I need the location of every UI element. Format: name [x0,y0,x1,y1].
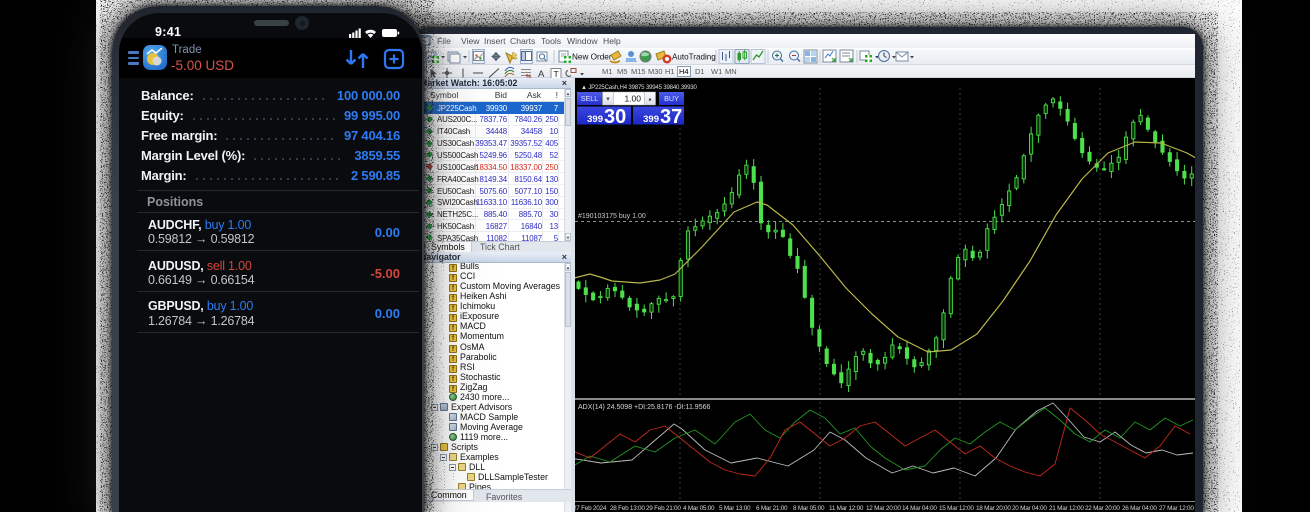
svg-text:▲ JP225Cash,H4 39875 39945 3: ▲ JP225Cash,H4 39875 39945 39840 39930 [581,84,697,91]
svg-text:29 Feb 21:00: 29 Feb 21:00 [646,505,681,512]
svg-text:14 Mar 04:00: 14 Mar 04:00 [902,505,937,512]
svg-text:27 Feb 2024: 27 Feb 2024 [575,505,607,512]
svg-text:1.00: 1.00 [624,94,641,104]
svg-text:22 Mar 20:00: 22 Mar 20:00 [1085,505,1120,512]
svg-text:5 Mar 13:00: 5 Mar 13:00 [719,505,751,512]
svg-text:28 Feb 13:00: 28 Feb 13:00 [610,505,645,512]
svg-text:AutoTrading: AutoTrading [672,53,716,62]
svg-text:20 Mar 04:00: 20 Mar 04:00 [1012,505,1047,512]
svg-text:37: 37 [660,106,682,128]
svg-text:ADX(14) 24.5098 +DI:25.8176 -D: ADX(14) 24.5098 +DI:25.8176 -DI:11.9566 [578,404,710,411]
svg-text:8 Mar 05:00: 8 Mar 05:00 [793,505,825,512]
svg-text:30: 30 [604,106,626,128]
svg-text:26 Mar 04:00: 26 Mar 04:00 [1122,505,1157,512]
svg-text:6 Mar 21:00: 6 Mar 21:00 [756,505,788,512]
svg-text:15 Mar 12:00: 15 Mar 12:00 [939,505,974,512]
svg-text:18 Mar 20:00: 18 Mar 20:00 [976,505,1011,512]
svg-text:21 Mar 12:00: 21 Mar 12:00 [1049,505,1084,512]
svg-text:399: 399 [643,114,659,125]
svg-text:11 Mar 12:00: 11 Mar 12:00 [829,505,864,512]
svg-text:27 Mar 12:00: 27 Mar 12:00 [1159,505,1194,512]
svg-text:399: 399 [587,114,603,125]
svg-text:▼: ▼ [606,97,611,103]
svg-text:SELL: SELL [581,94,599,103]
svg-text:New Order: New Order [572,53,612,62]
svg-text:BUY: BUY [664,94,679,103]
svg-text:12 Mar 20:00: 12 Mar 20:00 [866,505,901,512]
svg-text:#190103175 buy 1.00: #190103175 buy 1.00 [578,213,646,220]
svg-text:▲: ▲ [648,97,653,103]
svg-text:4 Mar 05:00: 4 Mar 05:00 [683,505,715,512]
